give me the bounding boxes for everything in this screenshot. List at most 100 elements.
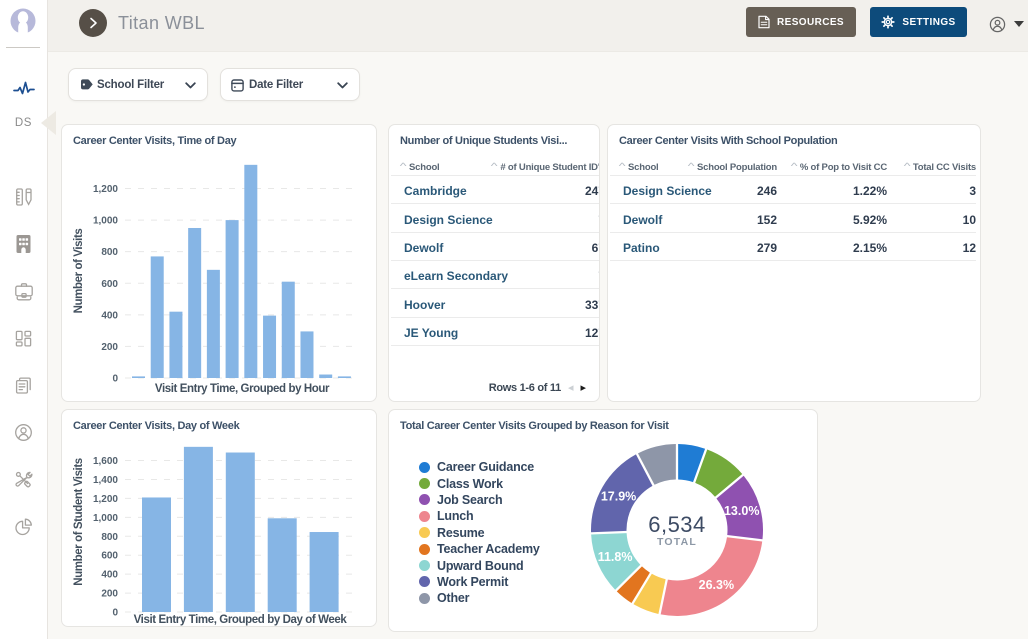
user-menu[interactable] (989, 15, 1028, 33)
chevron-down-icon (1014, 21, 1024, 27)
svg-text:11.8%: 11.8% (598, 550, 633, 564)
card-school-population: Career Center Visits With School Populat… (607, 124, 981, 402)
building-icon[interactable] (0, 234, 47, 254)
bar-chart-time-of-day: 02004006008001,0001,200Visit Entry Time,… (62, 125, 376, 401)
school-link[interactable]: eLearn Secondary (391, 269, 520, 288)
column-header[interactable]: ^# of Unique Student ID's (520, 162, 600, 173)
table-row: Dewolf1525.92%10 (610, 204, 976, 232)
card-reason-for-visit: Total Career Center Visits Grouped by Re… (388, 409, 818, 632)
svg-text:1,200: 1,200 (93, 184, 118, 195)
sort-caret-icon: ^ (904, 161, 910, 171)
cell-value: 337 (520, 298, 600, 317)
chevron-down-icon (185, 82, 196, 89)
sidebar-ds-label[interactable]: DS (0, 117, 47, 129)
next-page-icon[interactable]: ▸ (580, 383, 586, 394)
svg-text:400: 400 (101, 310, 118, 321)
cell-value: 1.22% (777, 184, 887, 203)
user-icon (989, 16, 1006, 33)
tag-icon (80, 78, 94, 91)
cell-value: 279 (702, 241, 777, 260)
svg-text:Number of Visits: Number of Visits (73, 229, 85, 314)
svg-text:600: 600 (101, 279, 118, 290)
table-row: JE Young127 (391, 318, 600, 346)
svg-text:200: 200 (101, 342, 118, 353)
school-link[interactable]: Hoover (391, 298, 520, 317)
cell-value: 247 (520, 184, 600, 203)
table-header-row: ^School^# of Unique Student ID's (391, 159, 600, 176)
column-header[interactable]: ^% of Pop to Visit CC (777, 162, 887, 173)
table-row: Cambridge247 (391, 176, 600, 204)
expand-nav-button[interactable] (79, 9, 107, 37)
cell-value: 12 (887, 241, 976, 260)
pagination-text: Rows 1-6 of 11 (489, 382, 561, 394)
school-link[interactable]: Dewolf (391, 241, 520, 260)
cell-value: 67 (520, 241, 600, 260)
svg-text:800: 800 (101, 532, 118, 543)
date-filter-dropdown[interactable]: Date Filter (220, 68, 360, 101)
table-header-row: ^School^School Population^% of Pop to Vi… (610, 159, 976, 176)
donut-total-value: 6,534 (617, 513, 737, 537)
school-filter-dropdown[interactable]: School Filter (68, 68, 208, 101)
donut-chart: 13.0%26.3%11.8%17.9% (389, 410, 817, 631)
donut-slice[interactable] (661, 537, 763, 616)
school-link[interactable]: Design Science (391, 213, 520, 232)
user-circle-icon[interactable] (0, 423, 47, 442)
tools-icon[interactable] (0, 470, 47, 489)
resources-button[interactable]: RESOURCES (746, 7, 856, 37)
top-header: Titan WBL RESOURCES SETTINGS (48, 0, 1028, 52)
bar-chart-day-of-week: 02004006008001,0001,2001,4001,600Visit E… (62, 410, 376, 626)
sort-caret-icon: ^ (400, 161, 406, 171)
sort-caret-icon: ^ (688, 161, 694, 171)
svg-text:600: 600 (101, 551, 118, 562)
table-row: Patino2792.15%12 (610, 233, 976, 261)
cell-value: 127 (520, 326, 600, 345)
school-link[interactable]: Design Science (610, 184, 702, 203)
sidebar-divider (6, 47, 40, 48)
chevron-down-icon (337, 82, 348, 89)
school-link[interactable]: Patino (610, 241, 702, 260)
svg-text:17.9%: 17.9% (601, 489, 636, 503)
briefcase-icon[interactable] (0, 282, 47, 301)
user-avatar-icon[interactable] (9, 7, 37, 35)
ruler-pencil-icon[interactable] (0, 187, 47, 207)
donut-center: 6,534 TOTAL (617, 513, 737, 548)
svg-text:200: 200 (101, 589, 118, 600)
cell-value: 152 (702, 213, 777, 232)
table-row: Dewolf67 (391, 233, 600, 261)
prev-page-icon[interactable]: ◂ (568, 383, 574, 394)
card-title: Number of Unique Students Visi... (400, 135, 567, 147)
cell-value: 246 (702, 184, 777, 203)
school-link[interactable]: Cambridge (391, 184, 520, 203)
activity-pulse-icon[interactable] (0, 81, 47, 96)
svg-text:1,000: 1,000 (93, 216, 118, 227)
svg-text:800: 800 (101, 247, 118, 258)
svg-text:Number of Student Visits: Number of Student Visits (73, 458, 85, 586)
cell-value: 7 (520, 269, 600, 288)
svg-text:Visit Entry Time, Grouped by H: Visit Entry Time, Grouped by Hour (155, 383, 330, 395)
school-link[interactable]: JE Young (391, 326, 520, 345)
card-visits-day-of-week: Career Center Visits, Day of Week 020040… (61, 409, 377, 627)
svg-text:Visit Entry Time, Grouped by D: Visit Entry Time, Grouped by Day of Week (134, 614, 348, 626)
pie-chart-icon[interactable] (0, 517, 47, 536)
document-icon (758, 15, 770, 29)
table-pagination: Rows 1-6 of 11 ◂ ▸ (489, 382, 586, 394)
column-header[interactable]: ^School Population (702, 162, 777, 173)
dashboard-grid-icon[interactable] (0, 329, 47, 348)
settings-button[interactable]: SETTINGS (870, 7, 967, 37)
column-header[interactable]: ^Total CC Visits (887, 162, 976, 173)
cell-value: 5.92% (777, 213, 887, 232)
svg-text:1,400: 1,400 (93, 475, 118, 486)
sort-caret-icon: ^ (491, 161, 497, 171)
donut-total-label: TOTAL (617, 536, 737, 548)
card-unique-students: Number of Unique Students Visi... ^Schoo… (388, 124, 600, 402)
cell-value: 2.15% (777, 241, 887, 260)
svg-text:1,200: 1,200 (93, 494, 118, 505)
sort-caret-icon: ^ (791, 161, 797, 171)
cell-value: 10 (887, 213, 976, 232)
school-link[interactable]: Dewolf (610, 213, 702, 232)
gear-icon (881, 15, 895, 29)
calendar-icon (231, 78, 244, 92)
documents-icon[interactable] (0, 376, 47, 395)
unique-students-table: ^School^# of Unique Student ID'sCambridg… (391, 159, 600, 346)
card-title: Career Center Visits With School Populat… (619, 135, 837, 147)
